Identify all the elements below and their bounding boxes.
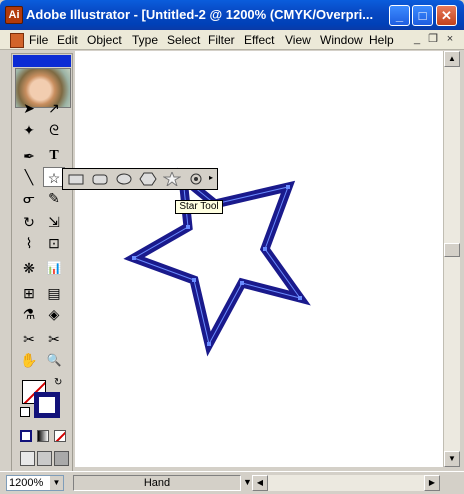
full-screen-menu-mode-button[interactable] (37, 451, 52, 466)
warp-tool-icon[interactable]: ⌇ (18, 233, 40, 253)
gradient-tool-icon[interactable]: ▤ (43, 283, 65, 303)
zoom-tool-icon[interactable]: 🔍 (43, 350, 65, 370)
magic-wand-tool-icon[interactable]: ✦ (18, 120, 40, 140)
vertical-scroll-thumb[interactable] (444, 243, 460, 257)
rectangle-tool-icon[interactable] (67, 172, 85, 186)
status-bar: 1200% ▼ Hand ▼ ◀ ▶ (0, 471, 464, 494)
doc-close-button[interactable]: × (443, 33, 457, 46)
pen-tool-icon[interactable]: ✒ (18, 146, 40, 166)
color-mode-button[interactable] (20, 430, 32, 442)
menu-view[interactable]: View (285, 33, 311, 47)
status-dropdown-icon[interactable]: ▼ (243, 477, 252, 487)
flyout-tearoff-arrow-icon[interactable]: ▸ (209, 173, 213, 182)
star-artwork[interactable] (75, 51, 443, 467)
menu-select[interactable]: Select (167, 33, 200, 47)
maximize-button[interactable]: □ (412, 5, 433, 26)
doc-minimize-button[interactable]: _ (410, 33, 424, 46)
menu-bar: File Edit Object Type Select Filter Effe… (0, 30, 464, 50)
menu-type[interactable]: Type (132, 33, 158, 47)
shape-tools-flyout: ▸ (62, 168, 218, 190)
lasso-tool-icon[interactable]: ᘓ (43, 120, 65, 140)
symbol-sprayer-tool-icon[interactable]: ❋ (18, 258, 40, 278)
menu-object[interactable]: Object (87, 33, 122, 47)
ellipse-tool-icon[interactable] (115, 172, 133, 186)
blend-tool-icon[interactable]: ◈ (43, 304, 65, 324)
menu-help[interactable]: Help (369, 33, 394, 47)
zoom-level-value: 1200% (9, 477, 44, 489)
doc-restore-button[interactable]: ❐ (426, 33, 440, 46)
status-tool-field[interactable]: Hand (73, 475, 241, 491)
illustrator-app-icon[interactable]: Ai (5, 6, 23, 24)
menu-edit[interactable]: Edit (57, 33, 78, 47)
menu-filter[interactable]: Filter (208, 33, 235, 47)
selection-tool-icon[interactable]: ➤ (18, 98, 40, 118)
polygon-tool-icon[interactable] (139, 172, 157, 186)
zoom-level-field[interactable]: 1200% ▼ (6, 475, 64, 491)
rounded-rectangle-tool-icon[interactable] (91, 172, 109, 186)
paintbrush-tool-icon[interactable]: ᓂ (18, 188, 40, 208)
none-mode-button[interactable] (54, 430, 66, 442)
toolbox-titlebar[interactable] (13, 55, 71, 67)
menu-file[interactable]: File (29, 33, 48, 47)
scroll-down-button[interactable]: ▼ (444, 451, 460, 467)
standard-screen-mode-button[interactable] (20, 451, 35, 466)
stroke-color-swatch[interactable] (34, 392, 60, 418)
vertical-scrollbar[interactable]: ▲ ▼ (443, 51, 460, 467)
close-button[interactable]: ✕ (436, 5, 457, 26)
free-transform-tool-icon[interactable]: ⊡ (43, 233, 65, 253)
document-icon[interactable] (10, 33, 24, 48)
star-tool-tooltip: Star Tool (175, 200, 223, 214)
swap-colors-icon[interactable]: ↻ (54, 377, 62, 388)
scissors-tool-icon[interactable]: ✂ (43, 329, 65, 349)
default-colors-icon[interactable] (20, 407, 30, 417)
zoom-dropdown-icon[interactable]: ▼ (50, 476, 63, 490)
eyedropper-tool-icon[interactable]: ⚗ (18, 304, 40, 324)
rotate-tool-icon[interactable]: ↻ (18, 212, 40, 232)
horizontal-scrollbar[interactable]: ◀ ▶ (252, 475, 440, 491)
menu-effect[interactable]: Effect (244, 33, 274, 47)
scroll-up-button[interactable]: ▲ (444, 51, 460, 67)
star-tool-flyout-icon[interactable] (162, 170, 182, 188)
window-title: Adobe Illustrator - [Untitled-2 @ 1200% … (26, 7, 374, 22)
mesh-tool-icon[interactable]: ⊞ (18, 283, 40, 303)
line-tool-icon[interactable]: ╲ (18, 167, 40, 187)
full-screen-mode-button[interactable] (54, 451, 69, 466)
scale-tool-icon[interactable]: ⇲ (43, 212, 65, 232)
artboard-canvas[interactable] (75, 51, 443, 467)
menu-window[interactable]: Window (320, 33, 363, 47)
type-tool-icon[interactable]: T (43, 146, 65, 166)
graph-tool-icon[interactable]: 📊 (43, 258, 65, 278)
minimize-button[interactable]: _ (389, 5, 410, 26)
direct-selection-tool-icon[interactable]: ↗ (43, 98, 65, 118)
gradient-mode-button[interactable] (37, 430, 49, 442)
flare-tool-icon[interactable] (187, 172, 205, 186)
scroll-right-button[interactable]: ▶ (424, 475, 440, 491)
scroll-left-button[interactable]: ◀ (252, 475, 268, 491)
slice-tool-icon[interactable]: ✂ (18, 329, 40, 349)
toolbox-panel: ➤ ↗ ✦ ᘓ ✒ T ╲ ☆ ᓂ ✎ ↻ ⇲ ⌇ ⊡ ❋ 📊 ⊞ ▤ ⚗ ◈ … (11, 53, 73, 473)
hand-tool-icon[interactable]: ✋ (18, 350, 40, 370)
none-slash-small-icon (55, 431, 65, 441)
pencil-tool-icon[interactable]: ✎ (43, 188, 65, 208)
title-bar: Ai Adobe Illustrator - [Untitled-2 @ 120… (0, 0, 464, 30)
